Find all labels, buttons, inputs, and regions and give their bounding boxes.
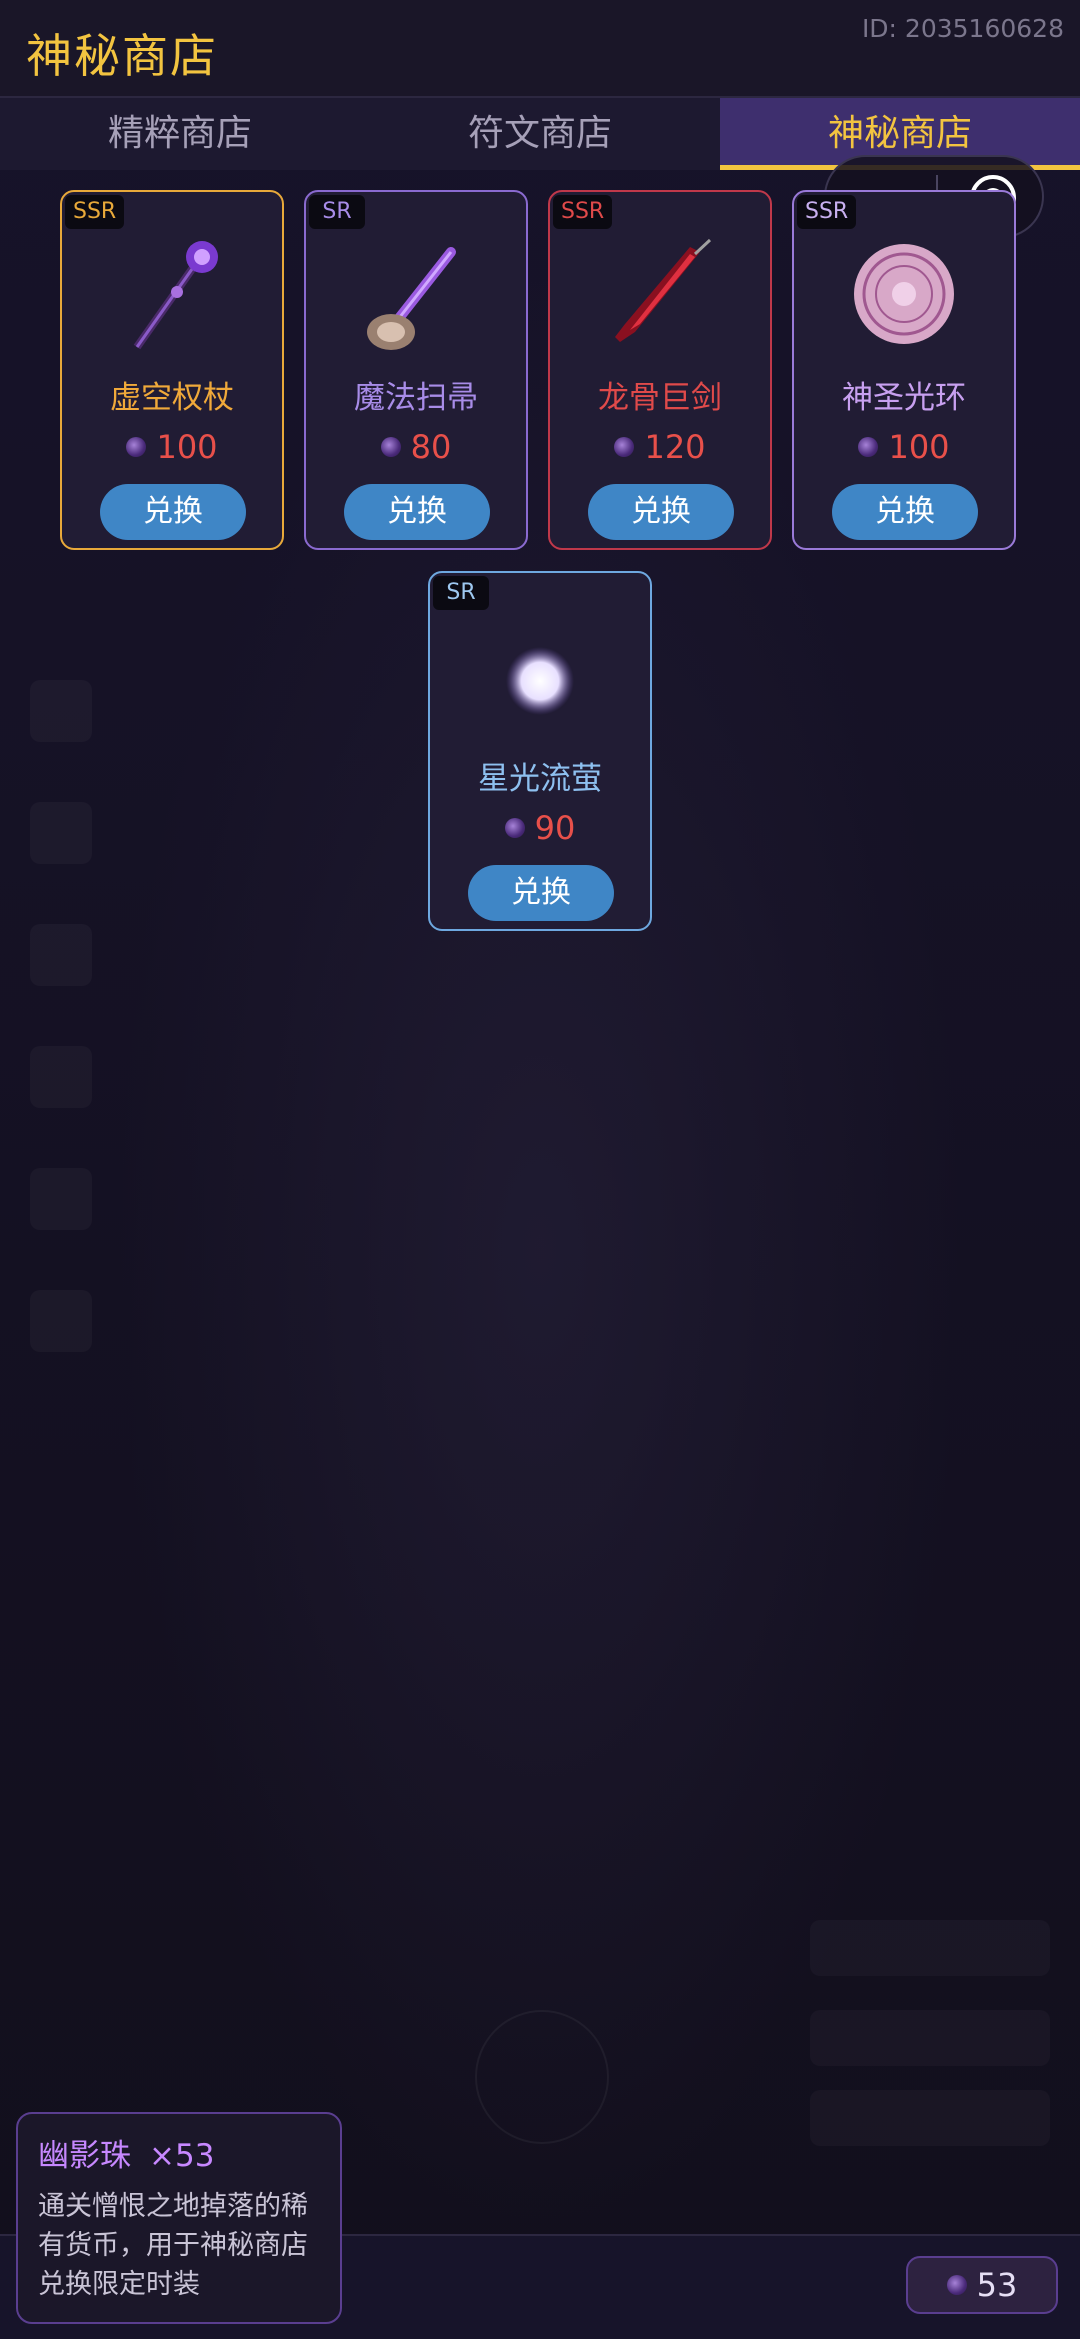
currency-description: 通关憎恨之地掉落的稀有货币，用于神秘商店兑换限定时装	[38, 2191, 308, 2300]
shop-item-card: SSR 神圣光环 100 兑换	[792, 190, 1016, 550]
item-name: 星光流萤	[478, 761, 602, 797]
page-title: 神秘商店	[26, 29, 218, 83]
dimmed-panel-bar	[810, 1920, 1050, 1976]
item-price: 120	[550, 428, 770, 466]
balance-value: 53	[976, 2266, 1018, 2304]
item-name: 虚空权杖	[110, 380, 234, 416]
rarity-badge: SR	[433, 576, 489, 610]
dimmed-panel-bar	[810, 2090, 1050, 2146]
rarity-badge: SSR	[797, 195, 857, 229]
item-price: 100	[794, 428, 1014, 466]
shop-header: 神秘商店 ID: 2035160628	[0, 0, 1080, 98]
item-name: 神圣光环	[842, 380, 966, 416]
shop-item-card: SR 星光流萤 90 兑换	[428, 571, 652, 931]
dimmed-sidebar	[30, 680, 110, 1412]
shop-item-card: SSR 虚空权杖 100 兑换	[60, 190, 284, 550]
magic-broom-icon	[367, 247, 456, 350]
shadow-orb-icon	[126, 437, 147, 457]
currency-name: 幽影珠	[38, 2138, 131, 2174]
item-price: 80	[306, 428, 526, 466]
exchange-button[interactable]: 兑换	[588, 484, 734, 540]
tab-essence-shop[interactable]: 精粹商店	[0, 98, 360, 170]
price-value: 100	[888, 428, 950, 466]
currency-tooltip: 幽影珠 ×53 通关憎恨之地掉落的稀有货币，用于神秘商店兑换限定时装	[16, 2112, 342, 2324]
currency-balance[interactable]: 53	[906, 2256, 1058, 2314]
void-scepter-icon	[133, 241, 218, 350]
price-value: 80	[410, 428, 452, 466]
holy-halo-icon	[854, 244, 954, 344]
price-value: 90	[534, 809, 576, 847]
item-price: 100	[62, 428, 282, 466]
shadow-orb-icon	[504, 818, 525, 838]
rarity-badge: SR	[309, 195, 365, 229]
shop-item-card: SSR 龙骨巨剑 120 兑换	[548, 190, 772, 550]
dimmed-panel-bar	[810, 2010, 1050, 2066]
shadow-orb-icon	[380, 437, 401, 457]
tab-rune-shop[interactable]: 符文商店	[360, 98, 720, 170]
currency-count: ×53	[149, 2138, 215, 2174]
dimmed-summon-circle	[475, 2010, 609, 2144]
item-name: 龙骨巨剑	[598, 380, 722, 416]
item-price: 90	[430, 809, 650, 847]
item-name: 魔法扫帚	[354, 380, 478, 416]
exchange-button[interactable]: 兑换	[344, 484, 490, 540]
exchange-button[interactable]: 兑换	[468, 865, 614, 921]
dragonbone-sword-icon	[615, 238, 712, 342]
user-id: ID: 2035160628	[861, 14, 1064, 43]
rarity-badge: SSR	[553, 195, 613, 229]
exchange-button[interactable]: 兑换	[100, 484, 246, 540]
shop-item-card: SR 魔法扫帚 80 兑换	[304, 190, 528, 550]
price-value: 100	[156, 428, 218, 466]
shadow-orb-icon	[858, 437, 879, 457]
starlight-firefly-icon	[506, 647, 574, 715]
tooltip-header: 幽影珠 ×53	[38, 2130, 320, 2175]
rarity-badge: SSR	[65, 195, 125, 229]
shadow-orb-icon	[946, 2275, 967, 2295]
shadow-orb-icon	[614, 437, 635, 457]
exchange-button[interactable]: 兑换	[832, 484, 978, 540]
price-value: 120	[644, 428, 706, 466]
